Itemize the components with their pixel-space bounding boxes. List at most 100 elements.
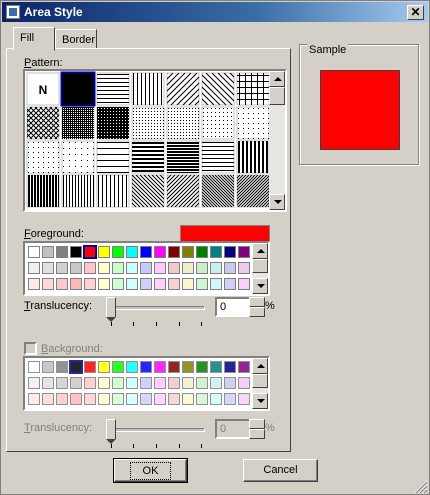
bg-palette-scroll-down[interactable] xyxy=(252,393,268,409)
pattern-tile[interactable]: N xyxy=(26,72,60,106)
pattern-list[interactable]: N xyxy=(23,69,287,212)
color-swatch[interactable] xyxy=(84,278,96,290)
color-swatch[interactable] xyxy=(210,262,222,274)
fg-spin-down[interactable] xyxy=(249,307,265,317)
pattern-scroll-down[interactable] xyxy=(269,194,285,210)
pattern-tile[interactable] xyxy=(201,106,235,140)
color-swatch[interactable] xyxy=(126,262,138,274)
pattern-tile[interactable] xyxy=(201,140,235,174)
color-swatch[interactable] xyxy=(210,377,222,389)
color-swatch[interactable] xyxy=(56,377,68,389)
fg-palette-scroll-up[interactable] xyxy=(252,243,268,259)
color-swatch[interactable] xyxy=(98,393,110,405)
bg-translucency-thumb[interactable] xyxy=(106,419,116,444)
fg-translucency-thumb[interactable] xyxy=(106,297,116,322)
fg-palette-scroll-down[interactable] xyxy=(252,278,268,294)
color-swatch[interactable] xyxy=(56,262,68,274)
pattern-tile[interactable] xyxy=(26,140,60,174)
color-swatch[interactable] xyxy=(182,262,194,274)
color-swatch[interactable] xyxy=(28,278,40,290)
color-swatch[interactable] xyxy=(168,361,180,373)
color-swatch[interactable] xyxy=(70,393,82,405)
color-swatch[interactable] xyxy=(126,361,138,373)
color-swatch[interactable] xyxy=(98,246,110,258)
bg-palette-scroll-thumb[interactable] xyxy=(252,374,268,388)
color-swatch[interactable] xyxy=(182,377,194,389)
color-swatch[interactable] xyxy=(56,361,68,373)
bg-spin-down[interactable] xyxy=(249,429,265,439)
color-swatch[interactable] xyxy=(154,278,166,290)
color-swatch[interactable] xyxy=(28,377,40,389)
color-swatch[interactable] xyxy=(126,278,138,290)
color-swatch[interactable] xyxy=(168,393,180,405)
bg-palette-scroll-up[interactable] xyxy=(252,358,268,374)
pattern-tile[interactable] xyxy=(96,140,130,174)
color-swatch[interactable] xyxy=(196,262,208,274)
pattern-tile[interactable] xyxy=(166,140,200,174)
color-swatch[interactable] xyxy=(126,377,138,389)
bg-translucency-track[interactable] xyxy=(107,428,205,432)
pattern-tile[interactable] xyxy=(96,106,130,140)
color-swatch[interactable] xyxy=(84,361,96,373)
color-swatch[interactable] xyxy=(196,377,208,389)
cancel-button[interactable]: Cancel xyxy=(243,459,318,482)
color-swatch[interactable] xyxy=(70,278,82,290)
pattern-tile[interactable] xyxy=(96,174,130,208)
color-swatch[interactable] xyxy=(42,393,54,405)
color-swatch[interactable] xyxy=(182,361,194,373)
color-swatch[interactable] xyxy=(70,262,82,274)
color-swatch[interactable] xyxy=(84,262,96,274)
color-swatch[interactable] xyxy=(98,361,110,373)
bg-translucency-spinner[interactable] xyxy=(249,419,265,439)
color-swatch[interactable] xyxy=(154,262,166,274)
background-checkbox[interactable] xyxy=(24,342,37,355)
color-swatch[interactable] xyxy=(168,377,180,389)
color-swatch[interactable] xyxy=(70,246,82,258)
fg-translucency-input[interactable]: 0 xyxy=(215,297,251,317)
color-swatch[interactable] xyxy=(238,361,250,373)
fg-translucency-track[interactable] xyxy=(107,306,205,310)
color-swatch[interactable] xyxy=(69,360,83,374)
pattern-tile[interactable] xyxy=(60,71,96,107)
color-swatch[interactable] xyxy=(140,361,152,373)
pattern-tile[interactable] xyxy=(61,106,95,140)
pattern-tile[interactable] xyxy=(236,72,269,106)
color-swatch[interactable] xyxy=(28,393,40,405)
color-swatch[interactable] xyxy=(112,278,124,290)
color-swatch[interactable] xyxy=(98,377,110,389)
color-swatch[interactable] xyxy=(182,246,194,258)
foreground-palette[interactable] xyxy=(23,241,270,296)
pattern-tile[interactable] xyxy=(166,106,200,140)
color-swatch[interactable] xyxy=(238,377,250,389)
color-swatch[interactable] xyxy=(126,393,138,405)
pattern-tile[interactable] xyxy=(61,140,95,174)
color-swatch[interactable] xyxy=(168,278,180,290)
color-swatch[interactable] xyxy=(224,393,236,405)
color-swatch[interactable] xyxy=(238,246,250,258)
pattern-tile[interactable] xyxy=(61,174,95,208)
color-swatch[interactable] xyxy=(238,393,250,405)
color-swatch[interactable] xyxy=(140,246,152,258)
color-swatch[interactable] xyxy=(154,377,166,389)
color-swatch[interactable] xyxy=(112,262,124,274)
color-swatch[interactable] xyxy=(224,278,236,290)
color-swatch[interactable] xyxy=(126,246,138,258)
ok-button[interactable]: OK xyxy=(113,458,188,483)
fg-palette-scroll-thumb[interactable] xyxy=(252,259,268,273)
color-swatch[interactable] xyxy=(28,361,40,373)
color-swatch[interactable] xyxy=(196,278,208,290)
color-swatch[interactable] xyxy=(196,361,208,373)
color-swatch[interactable] xyxy=(196,393,208,405)
color-swatch[interactable] xyxy=(140,262,152,274)
color-swatch[interactable] xyxy=(196,246,208,258)
color-swatch[interactable] xyxy=(238,262,250,274)
fg-spin-up[interactable] xyxy=(249,297,265,307)
color-swatch[interactable] xyxy=(154,393,166,405)
color-swatch[interactable] xyxy=(224,246,236,258)
color-swatch[interactable] xyxy=(238,278,250,290)
tab-fill[interactable]: Fill xyxy=(13,27,55,51)
color-swatch[interactable] xyxy=(112,246,124,258)
fg-translucency-spinner[interactable] xyxy=(249,297,265,317)
pattern-tile[interactable] xyxy=(236,140,269,174)
color-swatch[interactable] xyxy=(182,393,194,405)
